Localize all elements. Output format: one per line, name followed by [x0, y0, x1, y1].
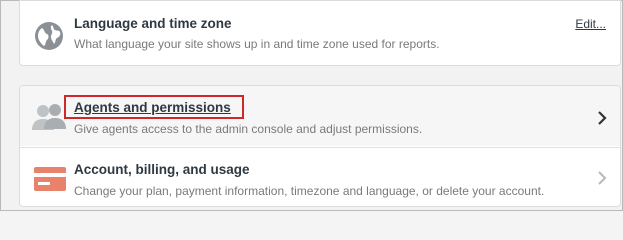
settings-group-card: Agents and permissions Give agents acces…	[19, 85, 621, 207]
globe-icon	[35, 22, 63, 50]
language-card: Language and time zone What language you…	[19, 0, 621, 66]
credit-card-icon	[34, 167, 66, 191]
billing-title: Account, billing, and usage	[74, 162, 250, 177]
agents-description: Give agents access to the admin console …	[74, 122, 423, 136]
language-row[interactable]: Language and time zone What language you…	[20, 1, 620, 65]
language-edit-link[interactable]: Edit...	[575, 17, 606, 31]
chevron-right-icon[interactable]	[596, 170, 608, 186]
agents-row[interactable]: Agents and permissions Give agents acces…	[20, 86, 620, 146]
chevron-right-icon[interactable]	[596, 110, 608, 126]
settings-panel: Language and time zone What language you…	[0, 0, 623, 211]
language-title: Language and time zone	[74, 16, 232, 31]
billing-description: Change your plan, payment information, t…	[74, 184, 545, 198]
billing-row[interactable]: Account, billing, and usage Change your …	[20, 147, 620, 207]
agents-title[interactable]: Agents and permissions	[74, 100, 231, 115]
users-icon	[32, 104, 66, 130]
language-description: What language your site shows up in and …	[74, 37, 440, 51]
